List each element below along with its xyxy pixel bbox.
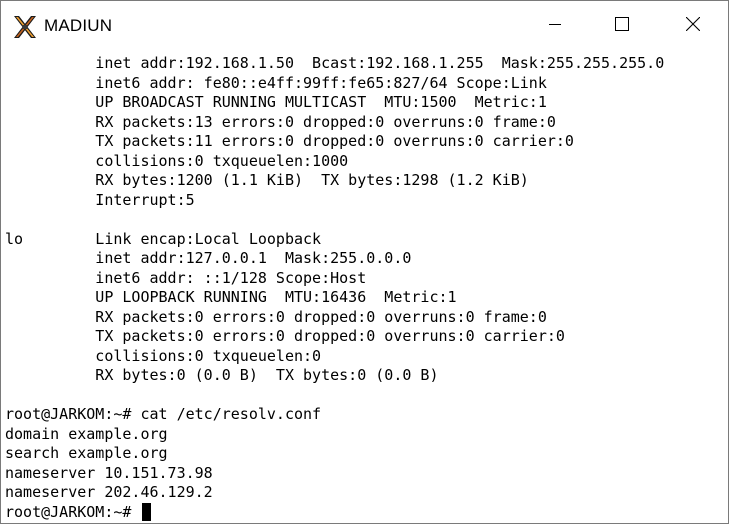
terminal-line: search example.org [5,444,168,462]
terminal-line: RX packets:0 errors:0 dropped:0 overruns… [5,307,547,326]
close-icon [685,16,701,36]
title-bar[interactable]: MADIUN [1,1,728,51]
terminal-line: RX bytes:1200 (1.1 KiB) TX bytes:1298 (1… [5,171,529,189]
terminal-line: inet6 addr: fe80::e4ff:99ff:fe65:827/64 … [5,73,547,92]
terminal-output[interactable]: inet addr:192.168.1.50 Bcast:192.168.1.2… [5,51,725,521]
maximize-button[interactable] [599,1,645,51]
terminal-line: collisions:0 txqueuelen:1000 [5,151,349,170]
terminal-line: inet addr:192.168.1.50 Bcast:192.168.1.2… [5,54,665,72]
close-button[interactable] [670,1,716,51]
terminal-line: UP LOOPBACK RUNNING MTU:16436 Metric:1 [5,288,457,306]
terminal-line: UP BROADCAST RUNNING MULTICAST MTU:1500 … [5,93,547,111]
terminal-line: inet6 addr: ::1/128 Scope:Host [5,268,367,287]
maximize-icon [615,16,629,36]
x-logo-icon [12,15,38,39]
terminal-line: inet addr:127.0.0.1 Mask:255.0.0.0 [5,249,412,267]
terminal-line: Interrupt:5 [5,190,195,209]
terminal-line: collisions:0 txqueuelen:0 [5,346,322,365]
minimize-button[interactable] [532,1,578,51]
terminal-line: root@JARKOM:~# cat /etc/resolv.conf [5,405,322,423]
minimize-icon [549,17,561,35]
text-cursor [142,502,151,521]
window-title: MADIUN [44,16,113,35]
terminal-line: RX packets:13 errors:0 dropped:0 overrun… [5,112,556,131]
terminal-line: domain example.org [5,424,168,443]
terminal-line: RX bytes:0 (0.0 B) TX bytes:0 (0.0 B) [5,366,439,384]
terminal-prompt-line: root@JARKOM:~# [5,502,141,521]
terminal-window: MADIUN inet addr:192.168.1.50 Bcast:192.… [0,0,729,524]
terminal-line: lo Link encap:Local Loopback [5,229,322,248]
terminal-line: TX packets:11 errors:0 dropped:0 overrun… [5,132,574,150]
terminal-line: nameserver 10.151.73.98 [5,463,213,482]
terminal-line: nameserver 202.46.129.2 [5,483,213,501]
terminal-line: TX packets:0 errors:0 dropped:0 overruns… [5,327,565,345]
